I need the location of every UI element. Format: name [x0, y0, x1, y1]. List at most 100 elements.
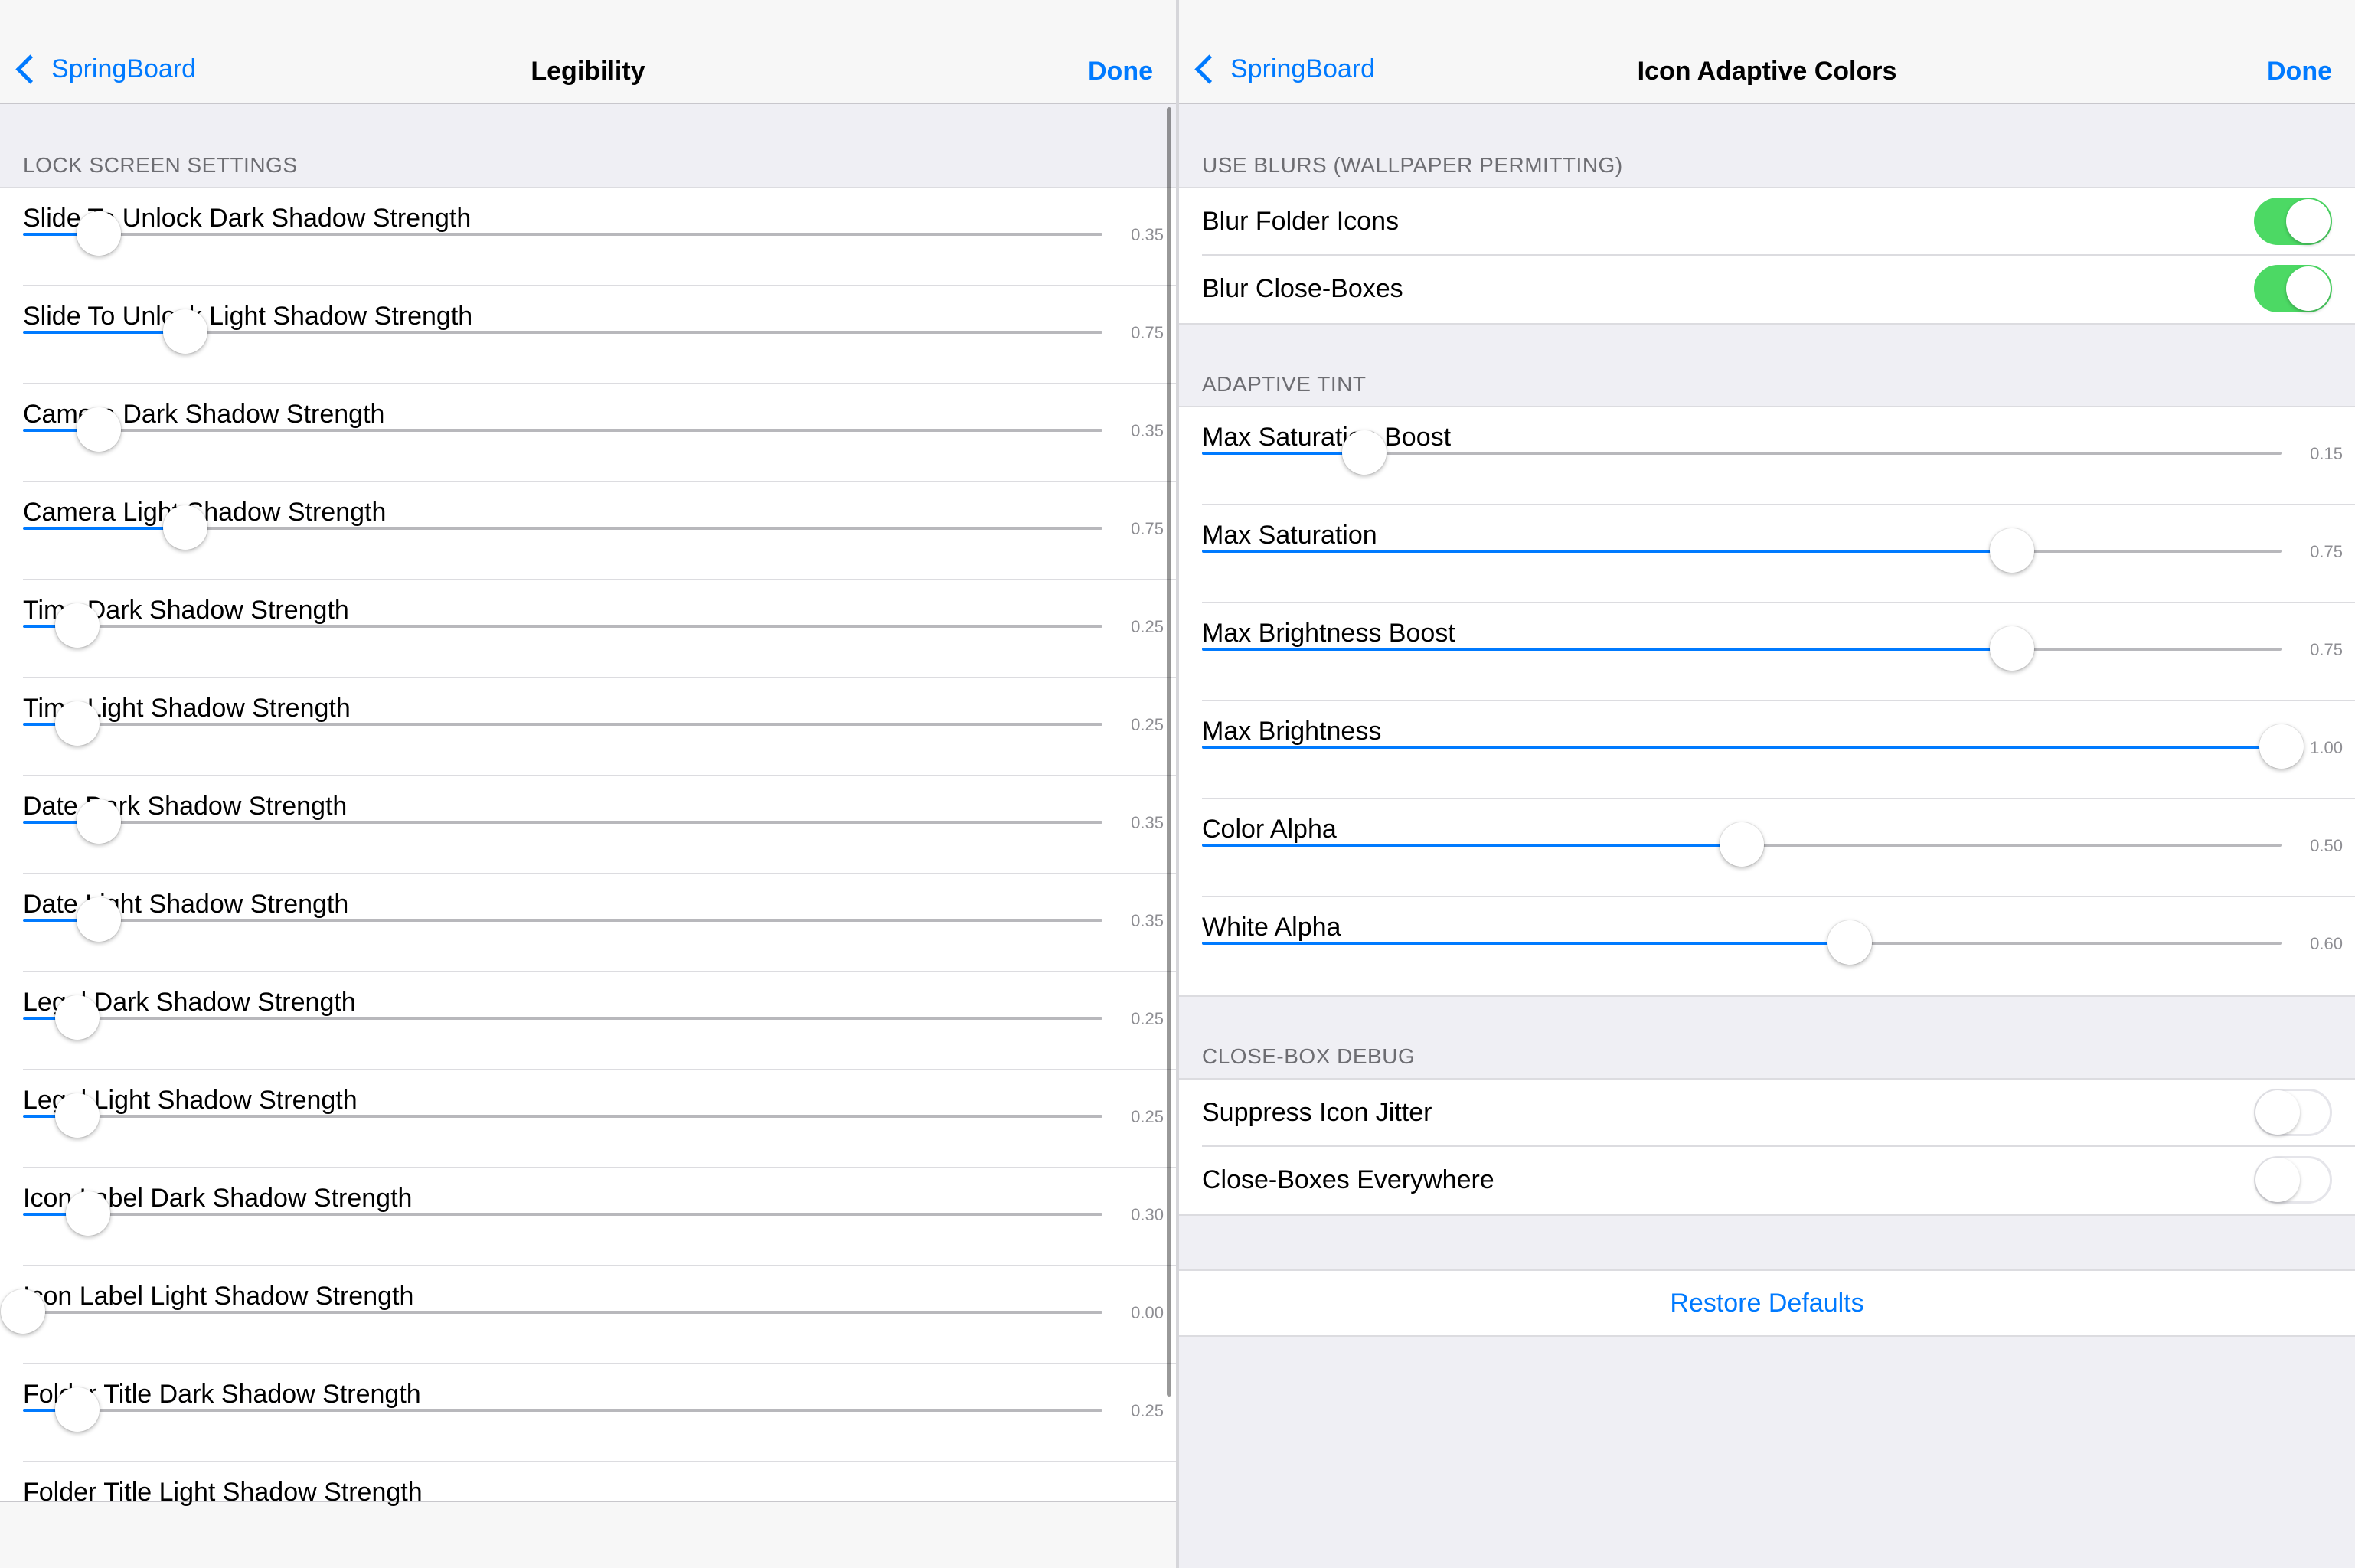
adaptive-tint-header: ADAPTIVE TINT	[1202, 372, 1367, 396]
toggle-knob	[2255, 1090, 2300, 1135]
slider-row: Icon Label Dark Shadow Strength 0.30	[0, 1168, 1176, 1266]
slider-row: Date Dark Shadow Strength 0.35	[0, 776, 1176, 874]
slider-row: Time Dark Shadow Strength 0.25	[0, 580, 1176, 678]
slider-value: 0.15	[2310, 444, 2343, 463]
slider-row: Max Saturation 0.75	[1179, 505, 2355, 603]
toggle-row: Suppress Icon Jitter	[1179, 1080, 2355, 1147]
slider-value: 0.25	[1131, 1401, 1164, 1420]
toggle-switch[interactable]	[2254, 1089, 2332, 1136]
bottom-toolbar	[0, 1501, 1176, 1568]
slider-thumb[interactable]	[1827, 920, 1872, 965]
slider-thumb[interactable]	[54, 603, 100, 648]
slider-track[interactable]	[1202, 430, 2282, 475]
slider-row: Legal Dark Shadow Strength 0.25	[0, 972, 1176, 1070]
slider-row: White Alpha 0.60	[1179, 897, 2355, 995]
slider-value: 0.75	[2310, 640, 2343, 659]
slider-value: 0.35	[1131, 813, 1164, 832]
toggle-knob	[2255, 1158, 2300, 1202]
slider-row: Folder Title Dark Shadow Strength 0.25	[0, 1364, 1176, 1462]
restore-defaults-button[interactable]: Restore Defaults	[1179, 1269, 2355, 1337]
slider-label: Max Brightness Boost	[1202, 619, 1455, 648]
slider-label: Date Light Shadow Strength	[23, 890, 349, 919]
page-title: Legibility	[531, 57, 645, 86]
slider-thumb[interactable]	[54, 701, 100, 746]
slider-thumb[interactable]	[65, 1191, 110, 1236]
slider-thumb[interactable]	[2259, 724, 2304, 769]
slider-row: Legal Light Shadow Strength 0.25	[0, 1070, 1176, 1168]
slider-value: 0.35	[1131, 421, 1164, 440]
slider-thumb[interactable]	[1989, 528, 2034, 573]
slider-row: Slide To Unlock Light Shadow Strength 0.7…	[0, 286, 1176, 384]
slider-thumb[interactable]	[1341, 430, 1387, 475]
navigation-bar: SpringBoard Legibility Done	[0, 0, 1176, 104]
slider-value: 0.35	[1131, 911, 1164, 930]
slider-value: 0.50	[2310, 836, 2343, 855]
slider-value: 0.60	[2310, 934, 2343, 953]
slider-label: Icon Label Light Shadow Strength	[23, 1282, 414, 1311]
slider-row: Camera Dark Shadow Strength 0.35	[0, 384, 1176, 482]
toggle-label: Close-Boxes Everywhere	[1202, 1165, 1494, 1194]
slider-value: 0.35	[1131, 225, 1164, 244]
toggle-switch[interactable]	[2254, 198, 2332, 245]
slider-label: White Alpha	[1202, 913, 1341, 942]
slider-row: Max Brightness 1.00	[1179, 701, 2355, 799]
slider-thumb[interactable]	[54, 1093, 100, 1138]
slider-value: 0.75	[1131, 323, 1164, 342]
slider-thumb[interactable]	[54, 1387, 100, 1432]
slider-label: Slide To Unlock Light Shadow Strength	[23, 302, 473, 331]
slider-value: 0.25	[1131, 715, 1164, 734]
slider-value: 0.25	[1131, 617, 1164, 636]
slider-value: 0.75	[2310, 542, 2343, 561]
use-blurs-header: USE BLURS (WALLPAPER PERMITTING)	[1202, 153, 1623, 177]
icon-adaptive-colors-pane: SpringBoard Icon Adaptive Colors Done US…	[1179, 0, 2355, 1568]
slider-value: 0.00	[1131, 1303, 1164, 1322]
slider-label: Max Saturation	[1202, 521, 1377, 550]
navigation-bar: SpringBoard Icon Adaptive Colors Done	[1179, 0, 2355, 104]
slider-value: 0.25	[1131, 1107, 1164, 1126]
slider-thumb[interactable]	[1720, 822, 1764, 867]
slider-track[interactable]	[23, 505, 1102, 550]
slider-thumb[interactable]	[1989, 626, 2034, 671]
close-box-debug-group: Suppress Icon Jitter Close-Boxes Everywhe…	[1179, 1078, 2355, 1216]
slider-track[interactable]	[23, 309, 1102, 354]
slider-value: 0.75	[1131, 519, 1164, 538]
slider-track[interactable]	[1202, 920, 2282, 965]
slider-row: Color Alpha 0.50	[1179, 799, 2355, 897]
slider-thumb[interactable]	[76, 799, 121, 844]
slider-row: Max Saturation Boost 0.15	[1179, 407, 2355, 505]
slider-value: 0.30	[1131, 1205, 1164, 1224]
lock-screen-settings-header: LOCK SCREEN SETTINGS	[23, 153, 298, 177]
page-title: Icon Adaptive Colors	[1637, 57, 1897, 86]
scrollbar[interactable]	[1167, 107, 1171, 1396]
legibility-pane: LOCK SCREEN SETTINGS Slide To Unlock Dar…	[0, 0, 1176, 1568]
done-button[interactable]: Done	[1088, 57, 1153, 87]
slider-label: Max Brightness	[1202, 717, 1382, 746]
slider-track[interactable]	[1202, 822, 2282, 867]
slider-thumb[interactable]	[54, 995, 100, 1040]
slider-label: Date Dark Shadow Strength	[23, 792, 348, 821]
toggle-label: Suppress Icon Jitter	[1202, 1098, 1432, 1127]
slider-row: Time Light Shadow Strength 0.25	[0, 678, 1176, 776]
use-blurs-group: Blur Folder Icons Blur Close-Boxes	[1179, 187, 2355, 325]
slider-row: Slide To Unlock Dark Shadow Strength 0.35	[0, 188, 1176, 286]
slider-thumb[interactable]	[162, 505, 207, 550]
toggle-knob	[2286, 266, 2331, 311]
lock-screen-settings-group: Slide To Unlock Dark Shadow Strength 0.35…	[0, 187, 1176, 1562]
toggle-switch[interactable]	[2254, 265, 2332, 312]
slider-thumb[interactable]	[76, 897, 121, 942]
slider-thumb[interactable]	[76, 407, 121, 452]
toggle-label: Blur Folder Icons	[1202, 207, 1399, 236]
close-box-debug-header: CLOSE-BOX DEBUG	[1202, 1044, 1416, 1068]
slider-label: Color Alpha	[1202, 815, 1337, 844]
done-button[interactable]: Done	[2267, 57, 2332, 87]
toggle-label: Blur Close-Boxes	[1202, 274, 1403, 303]
slider-label: Folder Title Light Shadow Strength	[23, 1478, 423, 1507]
slider-row: Camera Light Shadow Strength 0.75	[0, 482, 1176, 580]
slider-thumb[interactable]	[1, 1289, 45, 1334]
slider-thumb[interactable]	[76, 211, 121, 256]
adaptive-tint-group: Max Saturation Boost 0.15 Max Saturation 0.…	[1179, 406, 2355, 997]
slider-thumb[interactable]	[162, 309, 207, 354]
slider-row: Icon Label Light Shadow Strength 0.00	[0, 1266, 1176, 1364]
toggle-row: Blur Close-Boxes	[1179, 256, 2355, 323]
toggle-switch[interactable]	[2254, 1156, 2332, 1204]
